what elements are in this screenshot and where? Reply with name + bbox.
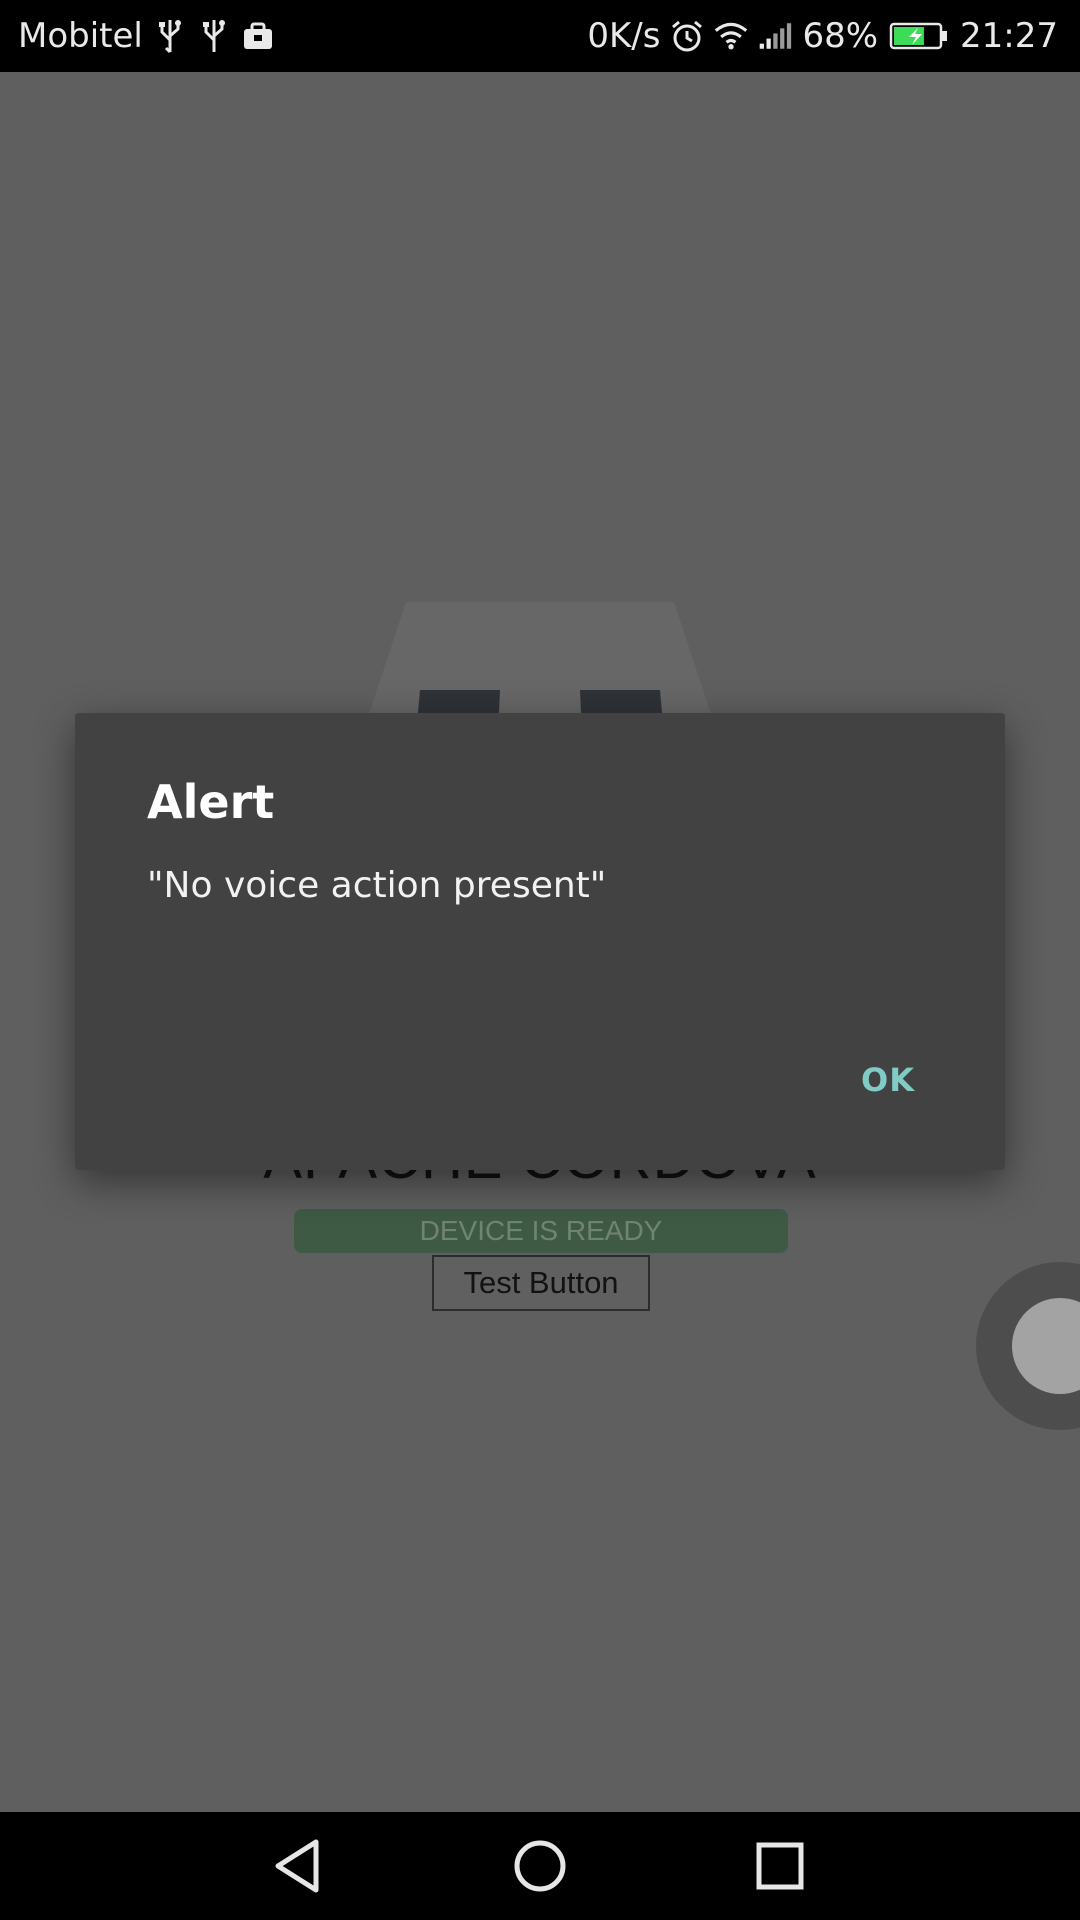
usb-icon — [153, 16, 187, 56]
ok-button[interactable]: OK — [861, 1061, 915, 1099]
device-ready-badge: DEVICE IS READY — [294, 1209, 788, 1253]
navigation-bar — [0, 1812, 1080, 1920]
recents-button[interactable] — [740, 1826, 820, 1906]
home-button[interactable] — [500, 1826, 580, 1906]
alert-dialog: Alert "No voice action present" OK — [75, 713, 1005, 1170]
dialog-message: "No voice action present" — [147, 865, 607, 906]
dialog-title: Alert — [147, 775, 275, 829]
status-bar: Mobitel 0K/s 68% 21:27 — [0, 0, 1080, 72]
status-bar-left: Mobitel — [18, 0, 275, 72]
carrier-name: Mobitel — [18, 16, 143, 56]
home-icon — [514, 1840, 566, 1892]
back-button[interactable] — [260, 1826, 340, 1906]
usb-icon — [197, 16, 231, 56]
network-speed: 0K/s — [587, 16, 661, 56]
briefcase-icon — [241, 16, 275, 56]
signal-icon — [758, 16, 792, 56]
battery-percent: 68% — [802, 16, 879, 56]
wifi-icon — [714, 16, 748, 56]
screen: Mobitel 0K/s 68% 21:27 DEVICE IS READY T… — [0, 0, 1080, 1920]
recents-icon — [756, 1842, 804, 1890]
test-button[interactable]: Test Button — [432, 1255, 650, 1311]
alarm-icon — [670, 16, 704, 56]
back-icon — [275, 1839, 319, 1893]
battery-charging-icon — [888, 16, 950, 56]
clock-time: 21:27 — [960, 16, 1058, 56]
status-bar-right: 0K/s 68% 21:27 — [587, 0, 1058, 72]
